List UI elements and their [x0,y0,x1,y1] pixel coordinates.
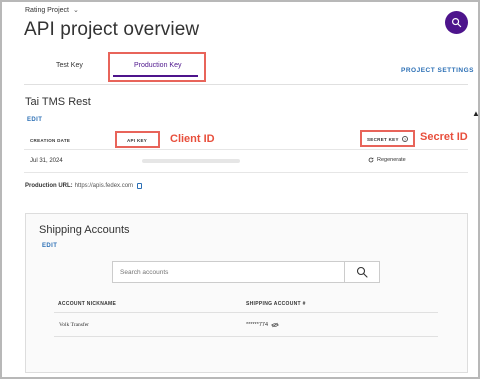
header-api-key: API KEY [127,138,148,143]
search-accounts-input[interactable] [112,261,345,283]
cursor-icon: ▲ [472,109,480,118]
account-number-value: ******774 [246,322,269,328]
project-switcher-label: Rating Project [25,6,69,14]
header-secret-key: SECRET KEY [367,137,399,142]
project-name: Tai TMS Rest [25,96,91,108]
search-accounts-button[interactable] [344,261,380,283]
refresh-icon [368,157,374,163]
table-divider [24,149,468,150]
project-settings-link[interactable]: PROJECT SETTINGS [401,67,474,74]
edit-project-link[interactable]: EDIT [27,117,42,123]
production-key-highlight-box [108,52,206,82]
chevron-down-icon: ⌄ [72,7,79,14]
creation-date-value: Jul 31, 2024 [30,158,63,164]
tab-test-key[interactable]: Test Key [56,62,83,69]
shipping-accounts-panel [25,213,468,373]
info-icon[interactable]: ? [402,136,408,142]
page-title: API project overview [24,19,200,40]
api-key-value-blurred [142,159,240,163]
secret-id-annotation: Secret ID [420,131,468,143]
tabs-divider [24,84,468,85]
table-divider [54,336,438,337]
copy-icon[interactable] [137,183,143,189]
edit-shipping-accounts-link[interactable]: EDIT [42,243,57,249]
search-fab-button[interactable] [445,11,468,34]
account-number-cell: ******774 [246,322,279,328]
table-divider [24,172,468,173]
header-creation-date: CREATION DATE [30,138,71,143]
header-account-nickname: ACCOUNT NICKNAME [58,301,117,307]
production-url-label: Production URL: [25,183,73,189]
client-id-annotation: Client ID [170,133,215,145]
eye-off-icon[interactable] [271,322,279,328]
shipping-accounts-title: Shipping Accounts [39,224,130,236]
project-switcher[interactable]: Rating Project ⌄ [25,6,79,15]
header-shipping-account-number: SHIPPING ACCOUNT # [246,301,306,307]
table-divider [54,312,438,313]
regenerate-button[interactable]: Regenerate [368,157,406,163]
search-icon [356,266,368,278]
regenerate-label: Regenerate [377,157,406,163]
production-url: Production URL: https://apis.fedex.com [25,183,143,189]
production-url-value: https://apis.fedex.com [74,183,134,189]
account-nickname-cell: Volk Transfer [59,322,90,328]
search-icon [452,18,462,28]
